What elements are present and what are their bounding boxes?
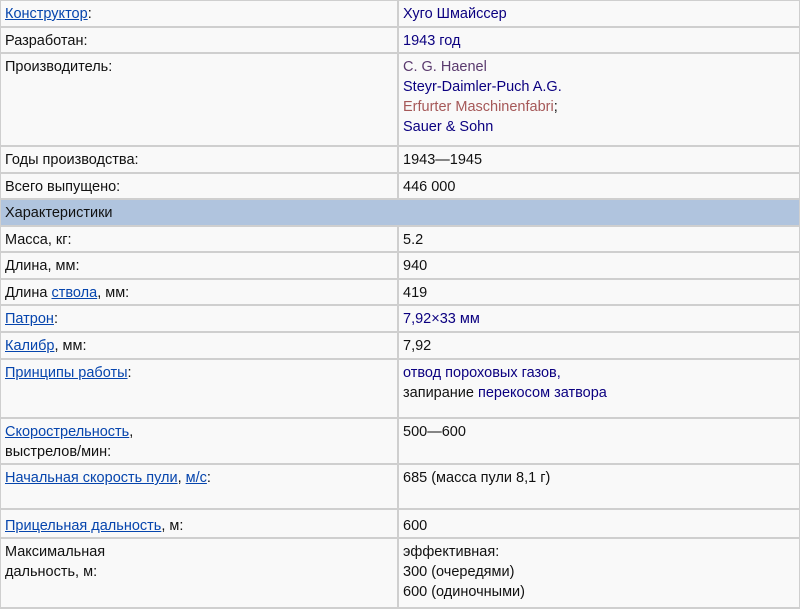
value: 940: [397, 251, 800, 280]
row-velocity: Начальная скорость пули, м/с: 685 (масса…: [0, 463, 800, 510]
gas-operation-link[interactable]: отвод пороховых газов,: [403, 365, 561, 381]
value: 1943—1945: [397, 145, 800, 174]
label: Производитель:: [0, 52, 399, 147]
infobox-table: Конструктор: Хуго Шмайссер Разработан: 1…: [0, 0, 800, 609]
mps-link[interactable]: м/с: [186, 470, 207, 486]
label: Длина: [5, 285, 52, 301]
value: эффективная:: [403, 544, 500, 560]
row-total: Всего выпущено: 446 000: [0, 172, 800, 200]
row-sight: Прицельная дальность, м: 600: [0, 508, 800, 539]
tilting-bolt-link[interactable]: перекосом затвора: [478, 385, 607, 401]
value: 600: [397, 508, 800, 539]
label: Годы производства:: [0, 145, 399, 174]
row-barrel: Длина ствола, мм: 419: [0, 278, 800, 306]
value: 500—600: [397, 417, 800, 465]
value: 7,92: [397, 331, 800, 360]
velocity-link[interactable]: Начальная скорость пули: [5, 470, 178, 486]
label: Максимальная: [5, 544, 106, 560]
principles-link[interactable]: Принципы работы: [5, 365, 128, 381]
manufacturer-link[interactable]: Erfurter Maschinenfabri: [403, 99, 554, 115]
section-header: Характеристики: [0, 198, 800, 227]
value: 600 (одиночными): [403, 584, 525, 600]
manufacturer-link[interactable]: Steyr-Daimler-Puch A.G.: [403, 79, 562, 95]
developed-value-link[interactable]: 1943 год: [403, 33, 460, 49]
manufacturer-link[interactable]: C. G. Haenel: [403, 59, 487, 75]
value: 685 (масса пули 8,1 г): [397, 463, 800, 510]
manufacturer-link[interactable]: Sauer & Sohn: [403, 119, 493, 135]
label: Всего выпущено:: [0, 172, 399, 200]
sight-range-link[interactable]: Прицельная дальность: [5, 518, 161, 534]
row-mass: Масса, кг: 5.2: [0, 225, 800, 253]
designer-value-link[interactable]: Хуго Шмайссер: [403, 6, 507, 22]
label: Масса, кг:: [0, 225, 399, 253]
caliber-link[interactable]: Калибр: [5, 338, 54, 354]
row-caliber: Калибр, мм: 7,92: [0, 331, 800, 360]
row-manufacturer: Производитель: C. G. Haenel Steyr-Daimle…: [0, 52, 800, 147]
row-years: Годы производства: 1943—1945: [0, 145, 800, 174]
value: 300 (очередями): [403, 564, 515, 580]
row-maxrange: Максимальная дальность, м: эффективная: 30…: [0, 537, 800, 609]
value: 419: [397, 278, 800, 306]
label: Длина, мм:: [0, 251, 399, 280]
label: Разработан:: [0, 26, 399, 54]
label: , м:: [161, 518, 184, 534]
label: дальность, м:: [5, 564, 98, 580]
value: 5.2: [397, 225, 800, 253]
barrel-link[interactable]: ствола: [51, 285, 97, 301]
label: , мм:: [97, 285, 130, 301]
label: выстрелов/мин:: [5, 444, 112, 460]
cartridge-link[interactable]: Патрон: [5, 311, 54, 327]
row-length: Длина, мм: 940: [0, 251, 800, 280]
row-principles: Принципы работы: отвод пороховых газов, з…: [0, 358, 800, 419]
value: 446 000: [397, 172, 800, 200]
designer-link[interactable]: Конструктор: [5, 6, 88, 22]
rate-link[interactable]: Скорострельность: [5, 424, 129, 440]
cartridge-value-link[interactable]: 7,92×33 мм: [403, 311, 480, 327]
section-title: Характеристики: [0, 198, 800, 227]
value: запирание: [403, 385, 478, 401]
row-developed: Разработан: 1943 год: [0, 26, 800, 54]
row-cartridge: Патрон: 7,92×33 мм: [0, 304, 800, 333]
row-designer: Конструктор: Хуго Шмайссер: [0, 0, 800, 28]
label: , мм:: [54, 338, 87, 354]
row-rate: Скорострельность, выстрелов/мин: 500—600: [0, 417, 800, 465]
